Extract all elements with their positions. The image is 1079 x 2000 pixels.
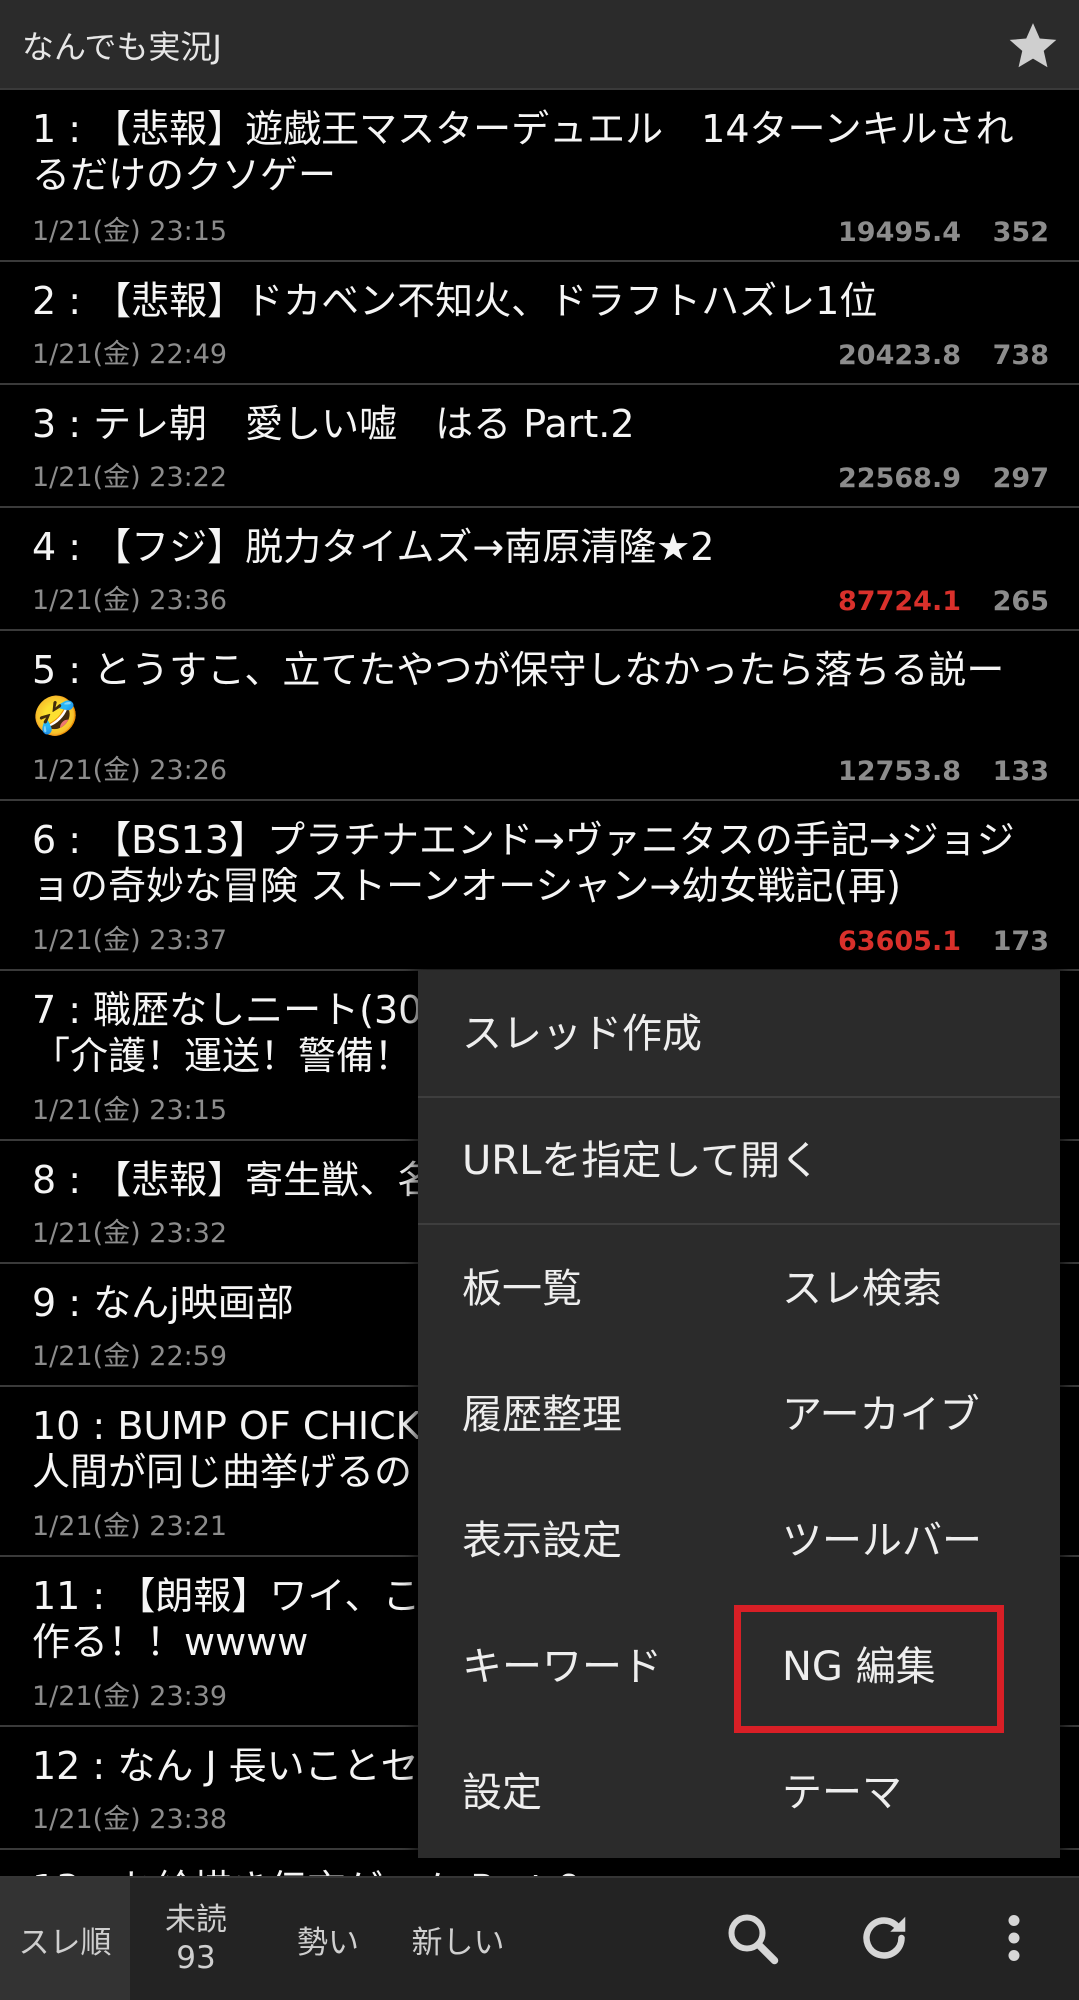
- thread-date: 1/21(金) 23:21: [32, 1511, 228, 1542]
- menu-divider: [418, 1223, 1060, 1225]
- thread-date: 1/21(金) 23:38: [32, 1804, 228, 1835]
- menu-create-thread[interactable]: スレッド作成: [462, 1014, 702, 1054]
- menu-thread-search[interactable]: スレ検索: [782, 1269, 942, 1309]
- more-vert-icon[interactable]: [984, 1908, 1044, 1968]
- tab-sort-order-label: スレ順: [18, 1924, 112, 1961]
- thread-post-count: 173: [992, 926, 1049, 957]
- tab-momentum[interactable]: 勢い: [270, 1878, 386, 2000]
- tab-sort-order[interactable]: スレ順: [0, 1878, 130, 2000]
- thread-title: 2 : 【悲報】ドカベン不知火、ドラフトハズレ1位: [32, 279, 878, 323]
- tab-unread-label: 未読: [165, 1902, 227, 1938]
- refresh-icon[interactable]: [854, 1908, 914, 1968]
- menu-toolbar[interactable]: ツールバー: [782, 1521, 982, 1561]
- thread-title: 3 : テレ朝 愛しい嘘 はる Part.2: [32, 402, 635, 446]
- thread-post-count: 297: [992, 463, 1049, 494]
- thread-momentum: 63605.1: [838, 926, 961, 957]
- menu-archive[interactable]: アーカイブ: [782, 1395, 980, 1435]
- star-icon[interactable]: [1005, 18, 1061, 74]
- menu-open-url[interactable]: URLを指定して開く: [462, 1141, 820, 1181]
- thread-momentum: 20423.8: [838, 340, 961, 371]
- menu-settings[interactable]: 設定: [462, 1773, 542, 1813]
- menu-theme[interactable]: テーマ: [782, 1773, 902, 1813]
- thread-row[interactable]: 4 : 【フジ】脱力タイムズ→南原清隆★2 1/21(金) 23:36 8772…: [0, 508, 1079, 631]
- thread-post-count: 352: [992, 217, 1049, 248]
- thread-row[interactable]: 6 : 【BS13】プラチナエンド→ヴァニタスの手記→ジョジョの奇妙な冒険 スト…: [0, 801, 1079, 971]
- menu-keyword[interactable]: キーワード: [462, 1647, 662, 1687]
- thread-date: 1/21(金) 23:26: [32, 755, 228, 786]
- tab-newest-label: 新しい: [411, 1924, 505, 1961]
- menu-divider: [418, 1096, 1060, 1098]
- thread-momentum: 22568.9: [838, 463, 961, 494]
- unread-count: 93: [176, 1940, 216, 1976]
- thread-title: 1 : 【悲報】遊戯王マスターデュエル 14ターンキルされるだけのクソゲー: [32, 107, 1014, 197]
- bottom-toolbar: スレ順 未読 93 勢い 新しい: [0, 1876, 1079, 2000]
- thread-title: 6 : 【BS13】プラチナエンド→ヴァニタスの手記→ジョジョの奇妙な冒険 スト…: [32, 818, 1015, 908]
- thread-date: 1/21(金) 23:39: [32, 1681, 228, 1712]
- thread-date: 1/21(金) 23:32: [32, 1218, 228, 1249]
- search-icon[interactable]: [722, 1908, 782, 1968]
- thread-date: 1/21(金) 23:15: [32, 216, 228, 247]
- thread-date: 1/21(金) 23:36: [32, 585, 228, 616]
- thread-momentum: 12753.8: [838, 756, 961, 787]
- thread-date: 1/21(金) 23:15: [32, 1095, 228, 1126]
- thread-post-count: 133: [992, 756, 1049, 787]
- ng-edit-highlight-box: [734, 1605, 1004, 1733]
- thread-date: 1/21(金) 23:37: [32, 925, 228, 956]
- overflow-menu: スレッド作成 URLを指定して開く 板一覧 スレ検索 履歴整理 アーカイブ 表示…: [418, 970, 1060, 1858]
- thread-row[interactable]: 3 : テレ朝 愛しい嘘 はる Part.2 1/21(金) 23:22 225…: [0, 385, 1079, 508]
- thread-row[interactable]: 2 : 【悲報】ドカベン不知火、ドラフトハズレ1位 1/21(金) 22:49 …: [0, 262, 1079, 385]
- thread-momentum: 19495.4: [838, 217, 961, 248]
- menu-board-list[interactable]: 板一覧: [462, 1269, 582, 1309]
- thread-title: 4 : 【フジ】脱力タイムズ→南原清隆★2: [32, 525, 715, 569]
- thread-date: 1/21(金) 22:49: [32, 339, 228, 370]
- tab-unread[interactable]: 未読 93: [130, 1878, 262, 2000]
- thread-date: 1/21(金) 23:22: [32, 462, 228, 493]
- tab-momentum-label: 勢い: [297, 1924, 359, 1961]
- thread-post-count: 265: [992, 586, 1049, 617]
- thread-momentum: 87724.1: [838, 586, 961, 617]
- thread-row[interactable]: 1 : 【悲報】遊戯王マスターデュエル 14ターンキルされるだけのクソゲー 1/…: [0, 90, 1079, 262]
- thread-row[interactable]: 5 : とうすこ、立てたやつが保守しなかったら落ちる説ー🤣 1/21(金) 23…: [0, 631, 1079, 801]
- menu-display-settings[interactable]: 表示設定: [462, 1521, 622, 1561]
- menu-history[interactable]: 履歴整理: [462, 1395, 622, 1435]
- thread-title: 5 : とうすこ、立てたやつが保守しなかったら落ちる説ー🤣: [32, 648, 1005, 738]
- board-title: なんでも実況J: [22, 28, 222, 66]
- thread-date: 1/21(金) 22:59: [32, 1341, 228, 1372]
- app-header: なんでも実況J: [0, 0, 1079, 90]
- thread-post-count: 738: [992, 340, 1049, 371]
- tab-newest[interactable]: 新しい: [394, 1878, 522, 2000]
